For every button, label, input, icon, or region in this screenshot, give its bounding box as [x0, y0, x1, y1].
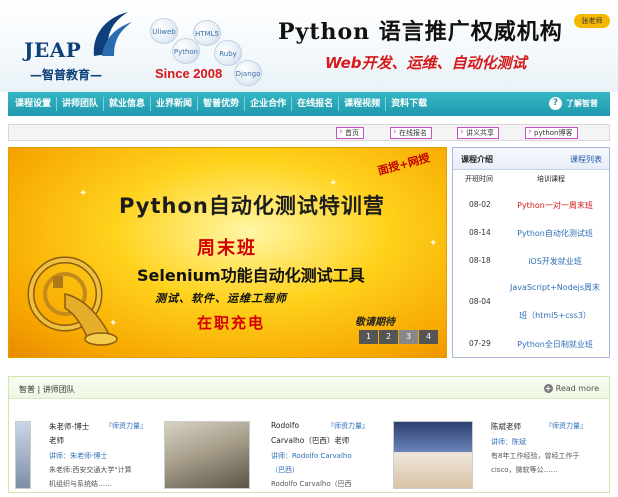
banner-pager: 1 2 3 4: [359, 330, 438, 344]
site-header: JEAP —智普教育— Uliweb HTML5 Python Ruby Dja…: [0, 0, 618, 92]
column-course: 培训课程: [537, 175, 565, 183]
teacher-desc: 机组织与系统结……: [49, 480, 112, 488]
quick-link-home[interactable]: 首页: [336, 127, 364, 139]
quick-link-notes[interactable]: 讲义共享: [457, 127, 499, 139]
banner-page-4[interactable]: 4: [419, 330, 438, 344]
read-more-label: Read more: [555, 384, 599, 393]
teachers-panel-header: 智普 | 讲师团队 + Read more: [9, 377, 609, 399]
teacher-desc: 有8年工作经验，曾经工作于: [491, 452, 580, 460]
teacher-card[interactable]: Rodolfo 『师资力量』 Carvalho（巴西）老师 讲师：Rodolfo…: [164, 407, 389, 497]
tech-bubble-python: Python: [172, 38, 200, 64]
course-panel-title: 课程介绍: [461, 155, 493, 164]
teacher-role: 老师: [49, 436, 64, 445]
course-date: 07-29: [469, 339, 491, 348]
course-name[interactable]: Python一对一周末班: [501, 200, 609, 211]
banner-page-1[interactable]: 1: [359, 330, 378, 344]
nav-item-jobs[interactable]: 就业信息: [104, 97, 152, 111]
tech-bubble-django: Django: [234, 60, 262, 86]
slogan-main: Python 语言推广权威机构: [278, 19, 563, 45]
teachers-panel: 智普 | 讲师团队 + Read more 朱老师-博士 『师资力量』 老师 讲…: [8, 376, 610, 493]
teacher-tag[interactable]: 『师资力量』: [327, 421, 369, 431]
teacher-card[interactable]: 朱老师-博士 『师资力量』 老师 讲师：朱老师-博士 朱老师:西安交通大学"计算…: [9, 407, 159, 497]
quick-link-register[interactable]: 在线报名: [390, 127, 432, 139]
course-name-line-1[interactable]: JavaScript+Nodejs周末: [501, 282, 609, 293]
column-start-date: 开班时间: [465, 175, 493, 183]
read-more-link[interactable]: + Read more: [543, 384, 599, 393]
teacher-name-line-1[interactable]: Rodolfo: [271, 421, 299, 430]
logo-chinese-name: —智普教育—: [30, 68, 103, 82]
nav-item-courses[interactable]: 课程设置: [10, 97, 58, 111]
teacher-card[interactable]: 陈斌老师 『师资力量』 讲师：陈斌 有8年工作经验，曾经工作于 cisco，微软…: [389, 407, 609, 497]
banner-title: Python自动化测试特训营: [119, 194, 385, 218]
course-panel-header: 课程介绍 课程列表: [453, 148, 609, 170]
slogan-sub: Web开发、运维、自动化测试: [325, 54, 527, 72]
logo-text: JEAP: [24, 38, 82, 62]
course-date: 08-02: [469, 200, 491, 209]
nav-item-advantages[interactable]: 智普优势: [198, 97, 246, 111]
banner-selenium: Selenium功能自动化测试工具: [137, 266, 365, 285]
course-name-line-2[interactable]: 班（html5+css3）: [501, 310, 609, 321]
banner-stay-tuned: 敬请期待: [355, 317, 395, 328]
about-link-label: 了解智普: [566, 99, 598, 108]
teacher-name[interactable]: 陈斌老师: [491, 421, 521, 432]
french-horn-icon: [27, 256, 118, 346]
question-icon: ?: [549, 97, 562, 110]
banner-stamp: 面授+网授: [376, 151, 432, 178]
sparkle-icon: ✦: [329, 178, 338, 189]
course-panel: 课程介绍 课程列表 开班时间 培训课程 08-02 Python一对一周末班 0…: [452, 147, 610, 358]
course-name[interactable]: iOS开发就业班: [501, 256, 609, 267]
promo-banner[interactable]: ✦ ✦ ✦ ✦ 面授+网授 Python自动化测试特训营 周末班 Seleniu…: [8, 147, 447, 358]
tech-bubble-uliweb: Uliweb: [150, 18, 178, 44]
banner-page-3[interactable]: 3: [399, 330, 418, 344]
nav-item-downloads[interactable]: 资料下载: [386, 97, 432, 111]
teacher-desc: Rodolfo Carvalho（巴西: [271, 480, 352, 488]
teachers-panel-title: 智普 | 讲师团队: [19, 385, 75, 394]
tech-bubble-html5: HTML5: [193, 20, 221, 46]
course-name[interactable]: Python自动化测试班: [501, 228, 609, 239]
teacher-badge[interactable]: 张老师: [574, 14, 610, 28]
course-name[interactable]: Python全日制就业班: [501, 339, 609, 350]
teacher-desc: cisco，微软等公……: [491, 466, 558, 474]
nav-item-news[interactable]: 业界新闻: [151, 97, 199, 111]
main-nav: 课程设置 讲师团队 就业信息 业界新闻 智普优势 企业合作 在线报名 课程视频 …: [8, 92, 610, 116]
teacher-by: （巴西）: [271, 466, 299, 474]
teacher-desc: 朱老师:西安交通大学"计算: [49, 466, 132, 474]
teacher-name-line-2: Carvalho（巴西）老师: [271, 436, 350, 445]
teacher-by: 讲师：Rodolfo Carvalho: [271, 452, 352, 460]
plus-icon: +: [543, 384, 553, 393]
banner-weekend: 周末班: [197, 238, 257, 259]
quick-link-blog[interactable]: python博客: [525, 127, 578, 139]
nav-item-register[interactable]: 在线报名: [292, 97, 340, 111]
course-columns: 开班时间 培训课程: [453, 170, 609, 188]
banner-audience: 测试、软件、运维工程师: [155, 292, 287, 305]
teacher-photo[interactable]: [164, 421, 250, 489]
teacher-photo[interactable]: [15, 421, 31, 489]
about-link[interactable]: ? 了解智普: [549, 97, 598, 110]
logo-swoosh-icon: [93, 12, 132, 56]
banner-charge: 在职充电: [197, 314, 266, 332]
tech-bubble-ruby: Ruby: [214, 40, 242, 66]
teacher-tag[interactable]: 『师资力量』: [545, 421, 587, 431]
nav-item-teachers[interactable]: 讲师团队: [57, 97, 105, 111]
nav-item-videos[interactable]: 课程视频: [339, 97, 387, 111]
nav-item-cooperation[interactable]: 企业合作: [245, 97, 293, 111]
since-label: Since 2008: [155, 66, 223, 81]
course-date: 08-04: [469, 297, 491, 306]
teacher-tag[interactable]: 『师资力量』: [105, 421, 147, 431]
teacher-by: 讲师：朱老师-博士: [49, 452, 108, 460]
banner-page-2[interactable]: 2: [379, 330, 398, 344]
course-list-link[interactable]: 课程列表: [570, 154, 602, 165]
sparkle-icon: ✦: [79, 188, 88, 199]
teacher-photo[interactable]: [393, 421, 473, 489]
jeap-logo[interactable]: JEAP —智普教育—: [18, 8, 138, 86]
course-date: 08-18: [469, 256, 491, 265]
teacher-by: 讲师：陈斌: [491, 438, 526, 446]
course-date: 08-14: [469, 228, 491, 237]
sparkle-icon: ✦: [429, 238, 438, 249]
teacher-name[interactable]: 朱老师-博士: [49, 421, 89, 432]
quick-link-bar: 首页 在线报名 讲义共享 python博客: [8, 124, 610, 141]
